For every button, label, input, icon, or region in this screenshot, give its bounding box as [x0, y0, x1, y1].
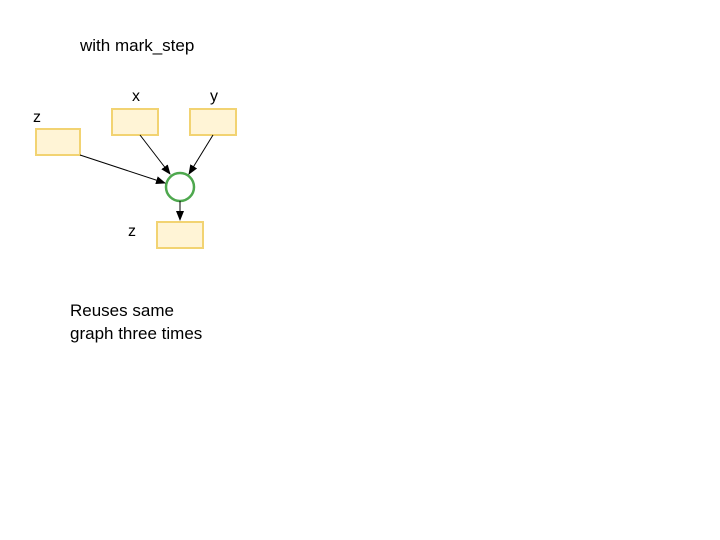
- box-z-bottom: [157, 222, 203, 248]
- box-z-top: [36, 129, 80, 155]
- box-y: [190, 109, 236, 135]
- arrow-y-to-op: [189, 135, 213, 174]
- diagram-svg: [0, 0, 720, 540]
- arrow-x-to-op: [140, 135, 170, 174]
- arrow-z-to-op: [80, 155, 165, 183]
- op-circle: [166, 173, 194, 201]
- box-x: [112, 109, 158, 135]
